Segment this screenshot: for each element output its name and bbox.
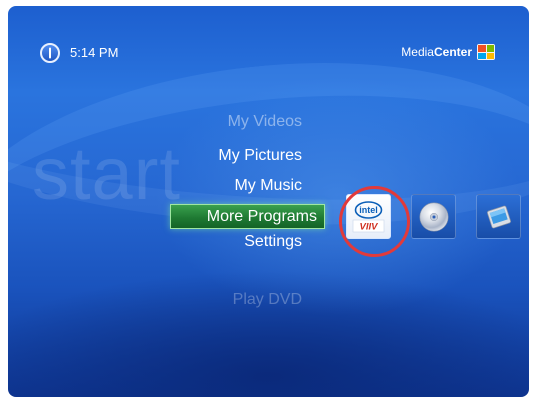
menu-item-play-dvd[interactable]: Play DVD [233, 289, 302, 311]
media-center-brand: MediaCenter [401, 42, 495, 62]
tile-mobile-device[interactable] [476, 194, 521, 239]
menu-item-my-pictures[interactable]: My Pictures [218, 145, 302, 167]
mobile-device-icon [486, 205, 511, 228]
menu-item-my-videos[interactable]: My Videos [228, 111, 302, 133]
power-icon [49, 47, 51, 59]
media-center-screen: 5:14 PM MediaCenter start My Videos My P… [8, 6, 529, 397]
menu-item-my-music[interactable]: My Music [234, 175, 302, 197]
clock-time: 5:14 PM [70, 45, 119, 60]
windows-logo-icon [477, 44, 495, 60]
menu-item-more-programs[interactable]: More Programs [170, 204, 325, 229]
dvd-disc-icon [419, 202, 448, 231]
power-button[interactable] [40, 43, 60, 63]
brand-text: MediaCenter [401, 45, 472, 59]
menu-item-settings[interactable]: Settings [244, 231, 302, 253]
highlight-circle [339, 186, 410, 257]
start-watermark: start [32, 132, 181, 215]
tile-dvd[interactable] [411, 194, 456, 239]
